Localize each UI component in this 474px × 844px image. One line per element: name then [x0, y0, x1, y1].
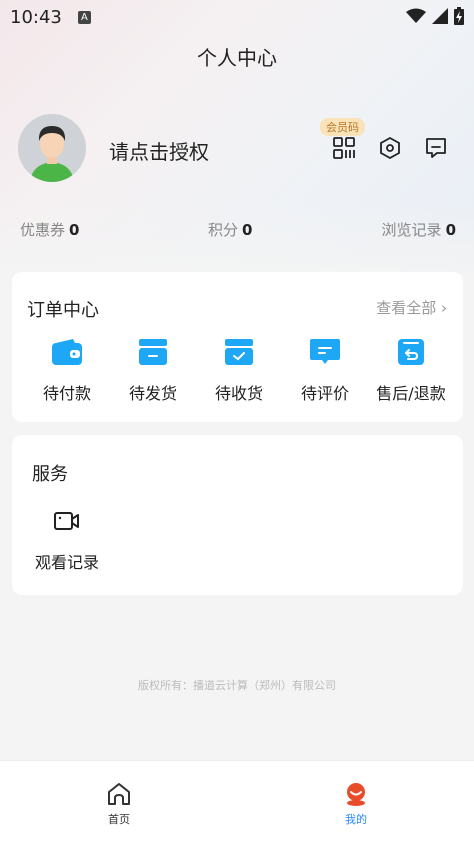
login-prompt[interactable]: 请点击授权 — [109, 136, 209, 165]
tab-profile[interactable]: 我的 — [326, 781, 386, 827]
wallet-icon — [52, 339, 82, 365]
order-center-title: 订单中心 — [27, 300, 99, 321]
status-time: 10:43 — [10, 6, 62, 28]
order-label: 待付款 — [42, 384, 91, 403]
order-label: 待发货 — [128, 384, 177, 403]
view-all-orders-link[interactable]: 查看全部 › — [376, 297, 447, 318]
bottom-tab-bar: 首页 我的 — [0, 760, 474, 844]
comment-icon — [310, 339, 340, 364]
stat-coupons[interactable]: 优惠券 0 — [20, 219, 79, 240]
notification-badge: A — [77, 10, 91, 24]
order-pending-receipt[interactable]: 待收货 — [196, 338, 282, 404]
page-title: 个人中心 — [197, 46, 277, 70]
stat-value: 0 — [445, 221, 456, 239]
order-center-card: 订单中心 查看全部 › 待付款 待发货 待收货 待评价 售后/退款 — [12, 272, 463, 422]
status-icons — [406, 7, 464, 25]
profile-icon — [347, 783, 365, 806]
order-label: 售后/退款 — [376, 384, 446, 403]
stat-value: 0 — [242, 221, 253, 239]
order-label: 待收货 — [214, 384, 263, 403]
stat-label: 浏览记录 — [381, 221, 442, 239]
battery-icon — [454, 7, 464, 25]
status-bar: 10:43 A — [0, 0, 474, 34]
order-after-sales[interactable]: 售后/退款 — [368, 338, 454, 404]
settings-icon — [380, 136, 400, 160]
refund-icon — [398, 339, 424, 365]
avatar[interactable] — [18, 114, 86, 182]
service-label: 观看记录 — [34, 553, 99, 572]
video-camera-icon — [54, 512, 79, 530]
service-watch-history[interactable]: 观看记录 — [32, 509, 102, 573]
settings-button[interactable] — [375, 133, 405, 163]
tab-home[interactable]: 首页 — [89, 781, 149, 827]
view-all-label: 查看全部 — [376, 299, 437, 317]
stat-value: 0 — [69, 221, 80, 239]
order-pending-shipment[interactable]: 待发货 — [110, 338, 196, 404]
copyright-text: 版权所有：播道云计算（郑州）有限公司 — [138, 679, 336, 692]
tab-label: 我的 — [345, 813, 367, 826]
order-pending-review[interactable]: 待评价 — [282, 338, 368, 404]
chevron-right-icon: › — [441, 299, 447, 317]
box-icon — [139, 339, 167, 365]
messages-button[interactable] — [421, 133, 451, 163]
services-card: 服务 观看记录 — [12, 435, 463, 595]
wifi-icon — [406, 8, 426, 23]
signal-icon — [432, 8, 448, 24]
profile-section: 请点击授权 会员码 — [18, 114, 458, 184]
member-qr-button[interactable] — [329, 133, 359, 163]
order-pending-payment[interactable]: 待付款 — [24, 338, 110, 404]
stat-points[interactable]: 积分 0 — [208, 219, 252, 240]
message-icon — [426, 138, 446, 158]
received-box-icon — [225, 339, 253, 365]
tab-label: 首页 — [108, 813, 130, 826]
stat-label: 积分 — [208, 221, 239, 239]
order-label: 待评价 — [300, 384, 349, 403]
stats-row: 优惠券 0 积分 0 浏览记录 0 — [0, 219, 474, 241]
home-icon — [108, 783, 130, 805]
avatar-person-icon — [18, 114, 86, 182]
stat-history[interactable]: 浏览记录 0 — [382, 219, 456, 240]
stat-label: 优惠券 — [20, 221, 66, 239]
services-title: 服务 — [32, 464, 68, 485]
qr-code-icon — [333, 137, 355, 159]
order-status-list: 待付款 待发货 待收货 待评价 售后/退款 — [12, 338, 463, 404]
